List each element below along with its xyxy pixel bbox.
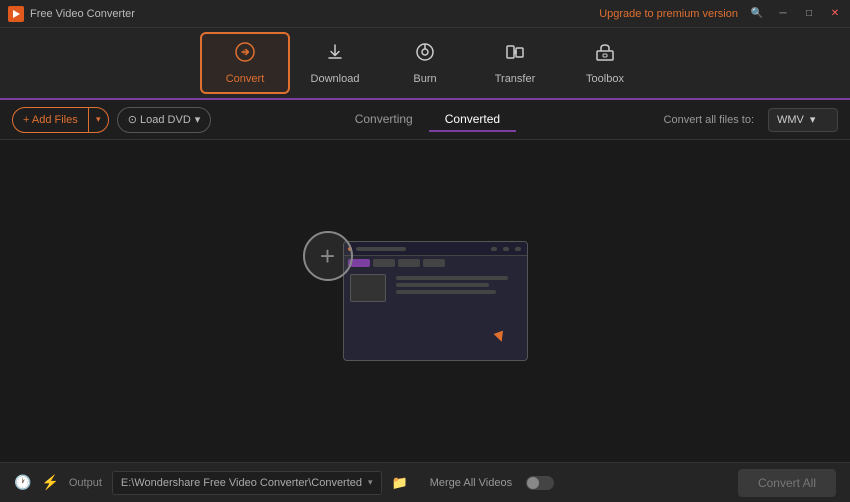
mockup-tab-2 <box>398 259 420 267</box>
mockup-thumbnail <box>350 274 386 302</box>
mockup-title-line <box>356 247 406 251</box>
title-bar: Free Video Converter Upgrade to premium … <box>0 0 850 28</box>
path-arrow: ▾ <box>368 477 373 488</box>
toolbar-convert[interactable]: Convert <box>200 32 290 94</box>
upgrade-link[interactable]: Upgrade to premium version <box>599 8 738 20</box>
convert-icon <box>234 41 256 69</box>
mockup-line-2 <box>396 283 490 287</box>
mockup-text-lines <box>396 274 521 297</box>
add-plus-circle: + <box>303 231 353 281</box>
add-files-button[interactable]: + Add Files ▾ <box>12 107 109 133</box>
download-label: Download <box>311 73 360 85</box>
window-mockup <box>343 241 528 361</box>
tab-converted[interactable]: Converted <box>429 108 516 132</box>
maximize-button[interactable]: □ <box>802 7 816 21</box>
add-files-dropdown-arrow[interactable]: ▾ <box>88 108 108 132</box>
app-title: Free Video Converter <box>30 8 135 20</box>
output-label: Output <box>69 477 102 489</box>
main-content: + <box>0 140 850 462</box>
drop-illustration: + <box>323 241 528 361</box>
mockup-line-3 <box>396 290 496 294</box>
merge-label: Merge All Videos <box>430 477 512 489</box>
load-dvd-button[interactable]: ⊙ Load DVD ▾ <box>117 107 212 133</box>
transfer-label: Transfer <box>495 73 536 85</box>
toolbar: Convert Download Burn <box>0 28 850 100</box>
convert-all-label: Convert all files to: <box>664 114 754 126</box>
format-value: WMV <box>777 114 804 126</box>
status-bar: 🕐 ⚡ Output E:\Wondershare Free Video Con… <box>0 462 850 502</box>
minimize-button[interactable]: ─ <box>776 7 790 21</box>
format-select[interactable]: WMV ▾ <box>768 108 838 132</box>
search-button[interactable]: 🔍 <box>750 7 764 21</box>
mockup-body <box>344 270 527 306</box>
cursor-icon <box>493 331 506 344</box>
output-path-text: E:\Wondershare Free Video Converter\Conv… <box>121 477 362 489</box>
mockup-btn1 <box>491 247 497 251</box>
plus-icon: + <box>320 241 335 272</box>
convert-all-button[interactable]: Convert All <box>738 469 836 497</box>
mockup-line-1 <box>396 276 509 280</box>
action-bar: + Add Files ▾ ⊙ Load DVD ▾ Converting Co… <box>0 100 850 140</box>
convert-label: Convert <box>226 73 265 85</box>
app-icon <box>8 6 24 22</box>
mockup-titlebar <box>344 242 527 256</box>
load-dvd-arrow: ▾ <box>195 113 201 126</box>
lightning-icon[interactable]: ⚡ <box>41 474 58 491</box>
close-button[interactable]: ✕ <box>828 7 842 21</box>
toolbar-toolbox[interactable]: Toolbox <box>560 32 650 94</box>
title-bar-left: Free Video Converter <box>8 6 135 22</box>
toolbar-transfer[interactable]: Transfer <box>470 32 560 94</box>
mockup-tabs <box>344 256 527 270</box>
mockup-btn3 <box>515 247 521 251</box>
load-dvd-label: ⊙ Load DVD <box>128 113 191 126</box>
output-path[interactable]: E:\Wondershare Free Video Converter\Conv… <box>112 471 382 495</box>
toolbox-label: Toolbox <box>586 73 624 85</box>
mockup-tab-3 <box>423 259 445 267</box>
tab-converting[interactable]: Converting <box>339 108 429 132</box>
transfer-icon <box>504 41 526 69</box>
toolbar-download[interactable]: Download <box>290 32 380 94</box>
format-arrow: ▾ <box>810 113 816 126</box>
mockup-btn2 <box>503 247 509 251</box>
toolbox-icon <box>594 41 616 69</box>
folder-icon[interactable]: 📁 <box>392 475 408 491</box>
add-files-main[interactable]: + Add Files <box>13 108 88 132</box>
title-bar-right: Upgrade to premium version 🔍 ─ □ ✕ <box>599 7 842 21</box>
burn-icon <box>414 41 436 69</box>
merge-toggle[interactable] <box>526 476 554 490</box>
mockup-tab-1 <box>373 259 395 267</box>
download-icon <box>324 41 346 69</box>
toolbar-burn[interactable]: Burn <box>380 32 470 94</box>
burn-label: Burn <box>413 73 436 85</box>
tab-group: Converting Converted <box>339 108 516 132</box>
toggle-knob <box>527 477 539 489</box>
clock-icon[interactable]: 🕐 <box>14 474 31 491</box>
